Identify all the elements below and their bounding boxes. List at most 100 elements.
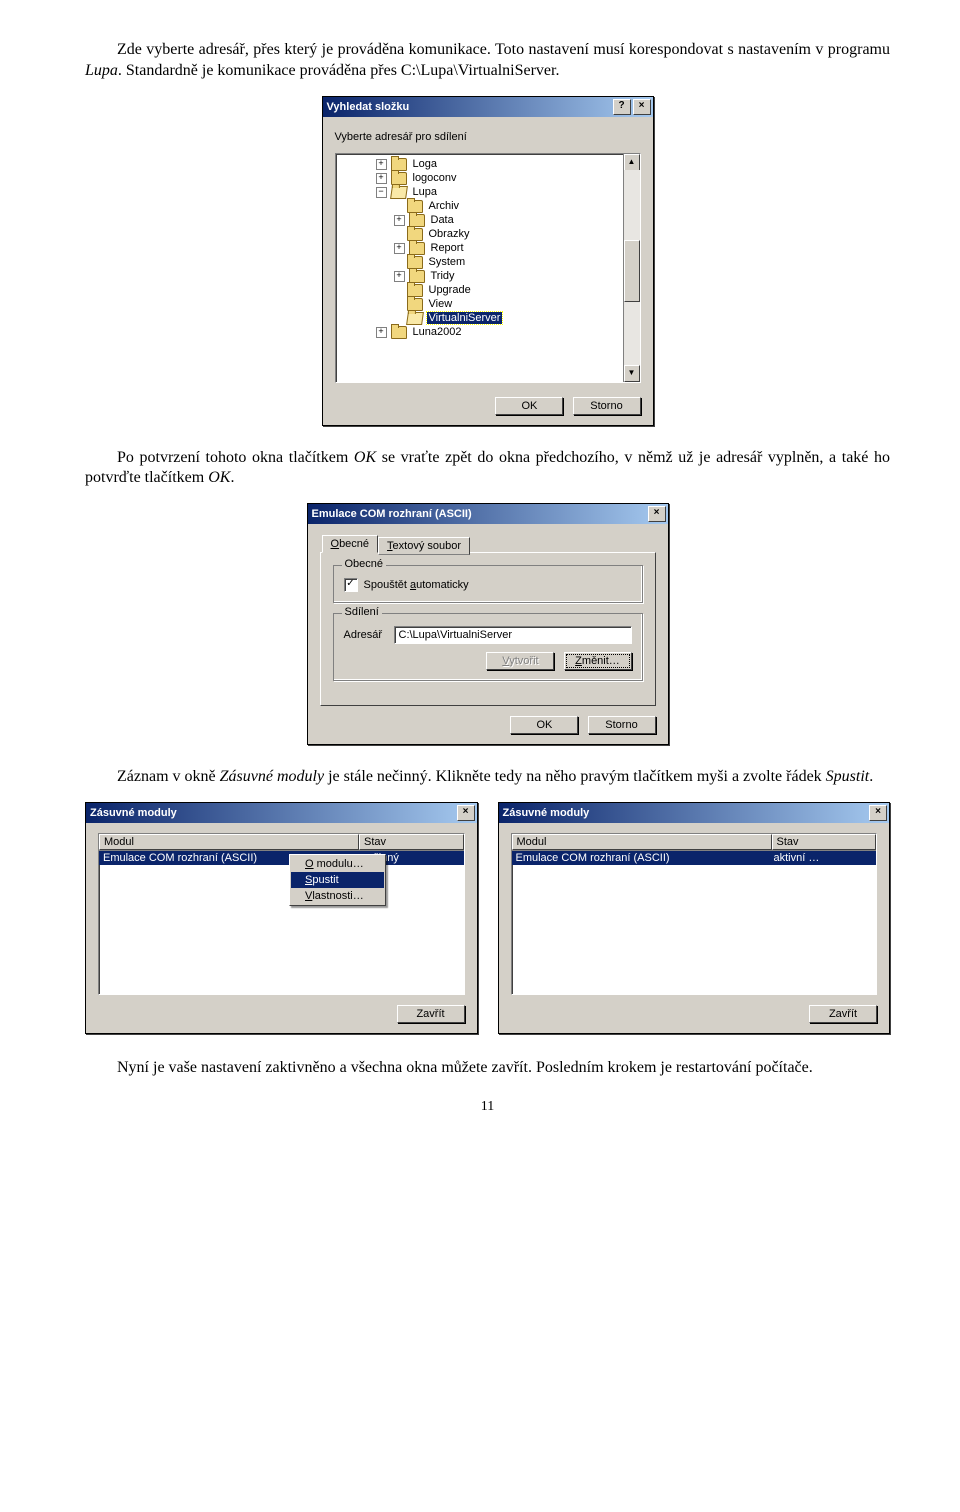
scroll-down-icon[interactable]: ▼ <box>624 365 640 382</box>
menu-props[interactable]: Vlastnosti… <box>291 888 384 904</box>
browse-folder-dialog: Vyhledat složku ? × Vyberte adresář pro … <box>322 96 654 426</box>
tree-node[interactable]: + Tridy <box>340 270 636 283</box>
tree-node-label: Loga <box>411 158 439 170</box>
titlebar: Zásuvné moduly × <box>86 803 477 823</box>
expander-blank <box>394 202 403 211</box>
paragraph-2: Po potvrzení tohoto okna tlačítkem OK se… <box>85 448 890 490</box>
help-button[interactable]: ? <box>613 99 631 115</box>
folder-tree[interactable]: + Loga + logoconv − Lupa Archiv + Data Obrazky + Re… <box>335 153 641 383</box>
column-module[interactable]: Modul <box>99 834 359 850</box>
ok-button[interactable]: OK <box>495 397 563 415</box>
tree-node[interactable]: + Luna2002 <box>340 326 636 339</box>
titlebar: Vyhledat složku ? × <box>323 97 653 117</box>
group-label: Obecné <box>342 558 387 570</box>
folder-icon <box>391 172 407 185</box>
create-button: Vytvořit <box>486 652 554 670</box>
expander-blank <box>394 258 403 267</box>
tree-node[interactable]: VirtualniServer <box>340 312 636 325</box>
close-button[interactable]: Zavřít <box>397 1005 465 1023</box>
plugin-listview[interactable]: Modul Stav Emulace COM rozhraní (ASCII) … <box>511 833 878 995</box>
close-button[interactable]: × <box>633 99 651 115</box>
address-input[interactable]: C:\Lupa\VirtualniServer <box>394 626 632 644</box>
tree-node-label: Tridy <box>429 270 457 282</box>
expand-icon[interactable]: + <box>394 243 405 254</box>
column-state[interactable]: Stav <box>772 834 877 850</box>
tree-node-label: Upgrade <box>427 284 473 296</box>
cancel-button[interactable]: Storno <box>573 397 641 415</box>
close-button[interactable]: × <box>869 805 887 821</box>
column-module[interactable]: Modul <box>512 834 772 850</box>
close-button[interactable]: × <box>648 506 666 522</box>
emulation-settings-dialog: Emulace COM rozhraní (ASCII) × Obecné Te… <box>307 503 669 745</box>
expand-icon[interactable]: + <box>394 271 405 282</box>
tree-node[interactable]: System <box>340 256 636 269</box>
expander-blank <box>394 230 403 239</box>
tree-node-label: logoconv <box>411 172 459 184</box>
list-item[interactable]: Emulace COM rozhraní (ASCII) nečinný <box>99 851 464 865</box>
tree-node-label: VirtualniServer <box>427 312 503 324</box>
plugin-listview[interactable]: Modul Stav Emulace COM rozhraní (ASCII) … <box>98 833 465 995</box>
close-button[interactable]: × <box>457 805 475 821</box>
paragraph-4: Nyní je vaše nastavení zaktivněno a všec… <box>85 1058 890 1079</box>
tree-node-label: Lupa <box>411 186 439 198</box>
expand-icon[interactable]: + <box>376 327 387 338</box>
paragraph-3: Záznam v okně Zásuvné moduly je stále ne… <box>85 767 890 788</box>
expander-blank <box>394 314 403 323</box>
folder-open-icon <box>390 186 408 199</box>
autostart-label: Spouštět automaticky <box>364 579 469 591</box>
column-state[interactable]: Stav <box>359 834 464 850</box>
ok-button[interactable]: OK <box>510 716 578 734</box>
tree-node-label: Obrazky <box>427 228 472 240</box>
tree-node-label: Report <box>429 242 466 254</box>
list-item[interactable]: Emulace COM rozhraní (ASCII) aktivní … <box>512 851 877 865</box>
scrollbar[interactable]: ▲ ▼ <box>623 154 640 382</box>
tree-node-label: View <box>427 298 455 310</box>
tree-node-label: Archiv <box>427 200 462 212</box>
scroll-thumb[interactable] <box>624 240 640 302</box>
expand-icon[interactable]: + <box>376 173 387 184</box>
group-general: Obecné ✓ Spouštět automaticky <box>333 565 643 603</box>
instruction-text: Vyberte adresář pro sdílení <box>335 131 641 143</box>
tab-general[interactable]: Obecné <box>322 535 379 553</box>
tree-node-label: System <box>427 256 468 268</box>
plugins-dialog-active: Zásuvné moduly × Modul Stav Emulace COM … <box>498 802 891 1034</box>
tree-node[interactable]: + Loga <box>340 158 636 171</box>
expander-blank <box>394 286 403 295</box>
context-menu: O modulu… Spustit Vlastnosti… <box>289 854 386 906</box>
expand-icon[interactable]: + <box>394 215 405 226</box>
scroll-up-icon[interactable]: ▲ <box>624 154 640 171</box>
close-button[interactable]: Zavřít <box>809 1005 877 1023</box>
expander-blank <box>394 300 403 309</box>
titlebar: Emulace COM rozhraní (ASCII) × <box>308 504 668 524</box>
menu-run[interactable]: Spustit <box>291 872 384 888</box>
folder-icon <box>407 298 423 311</box>
expand-icon[interactable]: + <box>376 159 387 170</box>
tree-node[interactable]: − Lupa <box>340 186 636 199</box>
menu-about[interactable]: O modulu… <box>291 856 384 872</box>
paragraph-1: Zde vyberte adresář, přes který je prová… <box>85 40 890 82</box>
tree-node-label: Luna2002 <box>411 326 464 338</box>
titlebar: Zásuvné moduly × <box>499 803 890 823</box>
dialog-title: Vyhledat složku <box>327 101 611 113</box>
autostart-checkbox[interactable]: ✓ <box>344 578 358 592</box>
folder-icon <box>391 326 407 339</box>
plugins-dialog-inactive: Zásuvné moduly × Modul Stav Emulace COM … <box>85 802 478 1034</box>
change-button[interactable]: Změnit… <box>564 652 632 670</box>
tree-node[interactable]: Obrazky <box>340 228 636 241</box>
collapse-icon[interactable]: − <box>376 187 387 198</box>
tree-node[interactable]: Archiv <box>340 200 636 213</box>
group-sharing: Sdílení Adresář C:\Lupa\VirtualniServer … <box>333 613 643 681</box>
group-label: Sdílení <box>342 606 382 618</box>
address-label: Adresář <box>344 629 394 641</box>
tree-node-label: Data <box>429 214 456 226</box>
tree-node[interactable]: + Report <box>340 242 636 255</box>
tree-node[interactable]: View <box>340 298 636 311</box>
page-number: 11 <box>85 1099 890 1115</box>
tree-node[interactable]: + Data <box>340 214 636 227</box>
dialog-title: Zásuvné moduly <box>503 807 868 819</box>
cancel-button[interactable]: Storno <box>588 716 656 734</box>
tab-textfile[interactable]: Textový soubor <box>378 537 470 555</box>
folder-open-icon <box>406 312 424 325</box>
tree-node[interactable]: + logoconv <box>340 172 636 185</box>
tree-node[interactable]: Upgrade <box>340 284 636 297</box>
